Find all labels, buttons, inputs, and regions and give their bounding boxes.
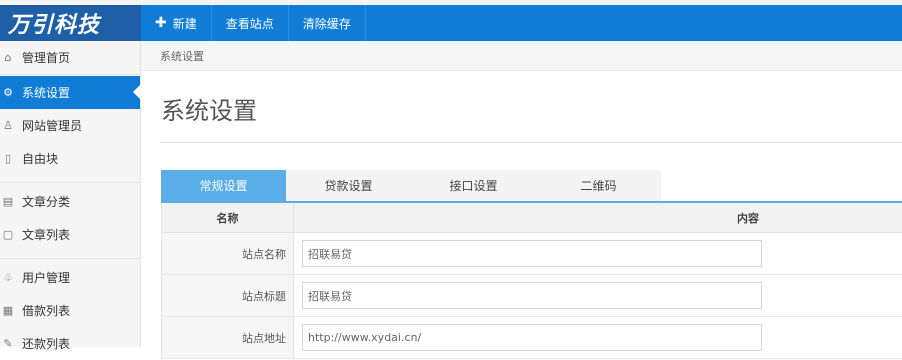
column-header-name: 名称 [162, 203, 294, 232]
table-header: 名称 内容 [162, 203, 902, 233]
new-button-label: 新建 [172, 16, 197, 31]
home-icon: ⌂ [4, 51, 12, 64]
sidebar-item-admins[interactable]: ♙ 网站管理员 [0, 109, 140, 142]
sidebar-divider [0, 258, 141, 259]
sidebar-item-label: 系统设置 [22, 86, 71, 100]
sidebar-item-free-block[interactable]: ▯ 自由块 [0, 142, 140, 175]
field-label: 站点名称 [162, 233, 294, 274]
edit-icon: ✎ [3, 337, 13, 350]
brand-logo: 万引科技 [8, 12, 101, 38]
site-name-input[interactable] [302, 240, 762, 267]
view-site-label: 查看站点 [225, 16, 274, 31]
sidebar-item-repayments[interactable]: ✎ 还款列表 [0, 327, 140, 360]
field-cell [294, 275, 902, 316]
sidebar-item-article-category[interactable]: ▤ 文章分类 [0, 185, 140, 218]
list-icon: ▦ [2, 304, 14, 317]
table-row: 站点标题 [162, 275, 902, 317]
field-label: 站点标题 [162, 275, 294, 316]
sidebar-item-loans[interactable]: ▦ 借款列表 [0, 294, 140, 327]
sidebar-item-label: 文章分类 [22, 195, 71, 209]
document-icon: ▢ [2, 228, 14, 241]
users-icon: ♧ [3, 271, 13, 284]
table-row: 站点地址 [162, 317, 902, 359]
breadcrumb: 系统设置 [141, 41, 902, 71]
page-title: 系统设置 [161, 97, 257, 125]
sidebar-item-label: 借款列表 [22, 304, 71, 318]
sidebar-item-users[interactable]: ♧ 用户管理 [0, 261, 140, 294]
plus-icon: ✚ [155, 15, 167, 31]
tab-qrcode[interactable]: 二维码 [536, 170, 661, 201]
tab-api-settings[interactable]: 接口设置 [411, 170, 536, 201]
tab-loan-settings[interactable]: 贷款设置 [286, 170, 411, 201]
column-header-content: 内容 [737, 211, 759, 225]
site-title-input[interactable] [302, 282, 762, 309]
view-site-button[interactable]: 查看站点 [212, 5, 289, 41]
sidebar-item-label: 自由块 [22, 152, 59, 166]
sidebar-item-label: 文章列表 [22, 228, 71, 242]
title-divider [161, 142, 902, 143]
block-icon: ▯ [4, 152, 12, 165]
gear-icon: ⚙ [3, 86, 13, 99]
settings-form-table: 名称 内容 站点名称 站点标题 站点地址 [161, 203, 902, 359]
sidebar-item-article-list[interactable]: ▢ 文章列表 [0, 218, 140, 251]
sidebar-divider [0, 182, 141, 183]
clear-cache-button[interactable]: 清除缓存 [289, 5, 366, 41]
logo-area[interactable]: 万引科技 [0, 5, 141, 41]
field-cell [294, 317, 902, 358]
sidebar-item-label: 管理首页 [22, 51, 71, 65]
breadcrumb-current: 系统设置 [160, 49, 204, 63]
top-toolbar: ✚ 新建 查看站点 清除缓存 [141, 5, 902, 41]
settings-tabs: 常规设置 贷款设置 接口设置 二维码 [161, 170, 661, 201]
tab-general-settings[interactable]: 常规设置 [161, 170, 286, 201]
sidebar-item-system-settings[interactable]: ⚙ 系统设置 [0, 76, 141, 109]
field-label: 站点地址 [162, 317, 294, 358]
sidebar-item-home[interactable]: ⌂ 管理首页 [0, 41, 140, 74]
sidebar-item-label: 网站管理员 [22, 119, 83, 133]
sidebar: ⌂ 管理首页 ⚙ 系统设置 ♙ 网站管理员 ▯ 自由块 ▤ 文章分类 ▢ 文章列… [0, 41, 141, 351]
user-icon: ♙ [3, 119, 13, 132]
folder-icon: ▤ [2, 195, 14, 208]
sidebar-item-label: 用户管理 [22, 271, 71, 285]
table-row: 站点名称 [162, 233, 902, 275]
new-button[interactable]: ✚ 新建 [141, 5, 212, 41]
sidebar-item-label: 还款列表 [22, 337, 71, 351]
field-cell [294, 233, 902, 274]
clear-cache-label: 清除缓存 [302, 16, 351, 31]
sidebar-divider [0, 74, 141, 75]
